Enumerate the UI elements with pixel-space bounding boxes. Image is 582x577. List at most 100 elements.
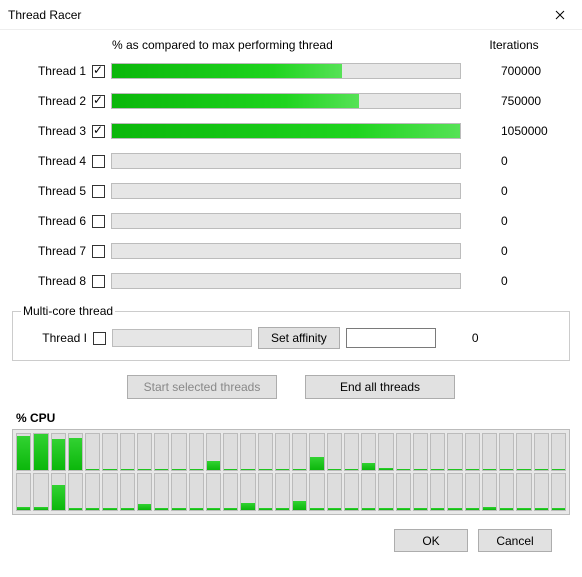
cpu-cell [120,433,135,471]
thread-row: Thread 50 [12,178,570,204]
thread-row: Thread 60 [12,208,570,234]
cpu-fill [224,469,237,470]
thread-bar [111,123,461,139]
thread-row: Thread 31050000 [12,118,570,144]
set-affinity-button[interactable]: Set affinity [258,327,340,349]
cpu-cell [206,473,221,511]
cpu-cell [16,433,31,471]
cpu-fill [310,457,323,470]
cpu-fill [241,503,254,510]
cpu-fill [345,469,358,470]
cpu-cell [413,433,428,471]
thread-row: Thread 80 [12,268,570,294]
cpu-fill [34,434,47,470]
thread-checkbox[interactable] [92,95,105,108]
thread-list: Thread 1700000Thread 2750000Thread 31050… [12,58,570,294]
thread-bar [111,153,461,169]
thread-bar [111,243,461,259]
cpu-cell [327,433,342,471]
thread-iterations: 750000 [461,94,570,108]
thread-row: Thread 2750000 [12,88,570,114]
cpu-fill [466,508,479,510]
titlebar: Thread Racer [0,0,582,30]
cpu-fill [379,468,392,470]
cpu-cell [551,473,566,511]
thread-checkbox[interactable] [92,275,105,288]
cpu-fill [483,469,496,470]
footer-buttons: OK Cancel [12,515,570,552]
cpu-title: % CPU [16,411,570,425]
cpu-fill [17,436,30,470]
cpu-cell [275,473,290,511]
cpu-cell [68,433,83,471]
cpu-fill [552,469,565,470]
cpu-cell [137,473,152,511]
cpu-grid [12,429,570,515]
cpu-fill [155,508,168,510]
close-button[interactable] [538,0,582,30]
thread-label: Thread 6 [12,214,92,228]
thread-bar [111,183,461,199]
cpu-fill [466,469,479,470]
cpu-fill [448,469,461,470]
cpu-cell [33,473,48,511]
affinity-input[interactable] [346,328,436,348]
cpu-fill [379,508,392,510]
cpu-cell [516,473,531,511]
cpu-cell [430,473,445,511]
multicore-checkbox[interactable] [93,332,106,345]
cpu-fill [362,463,375,470]
cpu-cell [102,433,117,471]
start-threads-button[interactable]: Start selected threads [127,375,277,399]
cpu-fill [500,469,513,470]
close-icon [555,10,565,20]
thread-row: Thread 70 [12,238,570,264]
cpu-row [15,432,567,472]
cpu-fill [517,469,530,470]
thread-checkbox[interactable] [92,65,105,78]
cpu-cell [482,433,497,471]
cpu-cell [275,433,290,471]
cpu-cell [85,433,100,471]
header-iterations: Iterations [458,38,570,52]
cpu-cell [516,433,531,471]
cpu-cell [258,433,273,471]
cpu-cell [534,433,549,471]
cpu-fill [172,469,185,470]
cpu-fill [52,439,65,470]
cpu-fill [259,508,272,510]
cpu-fill [345,508,358,510]
cpu-cell [16,473,31,511]
cpu-cell [361,473,376,511]
cpu-cell [344,473,359,511]
thread-label: Thread 1 [12,64,92,78]
cpu-fill [52,485,65,510]
ok-button[interactable]: OK [394,529,468,552]
thread-checkbox[interactable] [92,125,105,138]
cancel-button[interactable]: Cancel [478,529,552,552]
cpu-cell [68,473,83,511]
cpu-cell [447,473,462,511]
thread-checkbox[interactable] [92,245,105,258]
cpu-cell [206,433,221,471]
cpu-cell [154,433,169,471]
cpu-fill [397,469,410,470]
cpu-fill [155,469,168,470]
cpu-fill [414,508,427,510]
thread-checkbox[interactable] [92,185,105,198]
cpu-section: % CPU [12,411,570,515]
cpu-fill [328,508,341,510]
thread-checkbox[interactable] [92,215,105,228]
thread-label: Thread 5 [12,184,92,198]
cpu-fill [362,508,375,510]
cpu-fill [431,508,444,510]
end-threads-button[interactable]: End all threads [305,375,455,399]
cpu-fill [448,508,461,510]
cpu-fill [414,469,427,470]
thread-checkbox[interactable] [92,155,105,168]
cpu-cell [551,433,566,471]
thread-bar-fill [112,94,359,108]
cpu-fill [241,469,254,470]
thread-label: Thread 3 [12,124,92,138]
cpu-fill [190,469,203,470]
